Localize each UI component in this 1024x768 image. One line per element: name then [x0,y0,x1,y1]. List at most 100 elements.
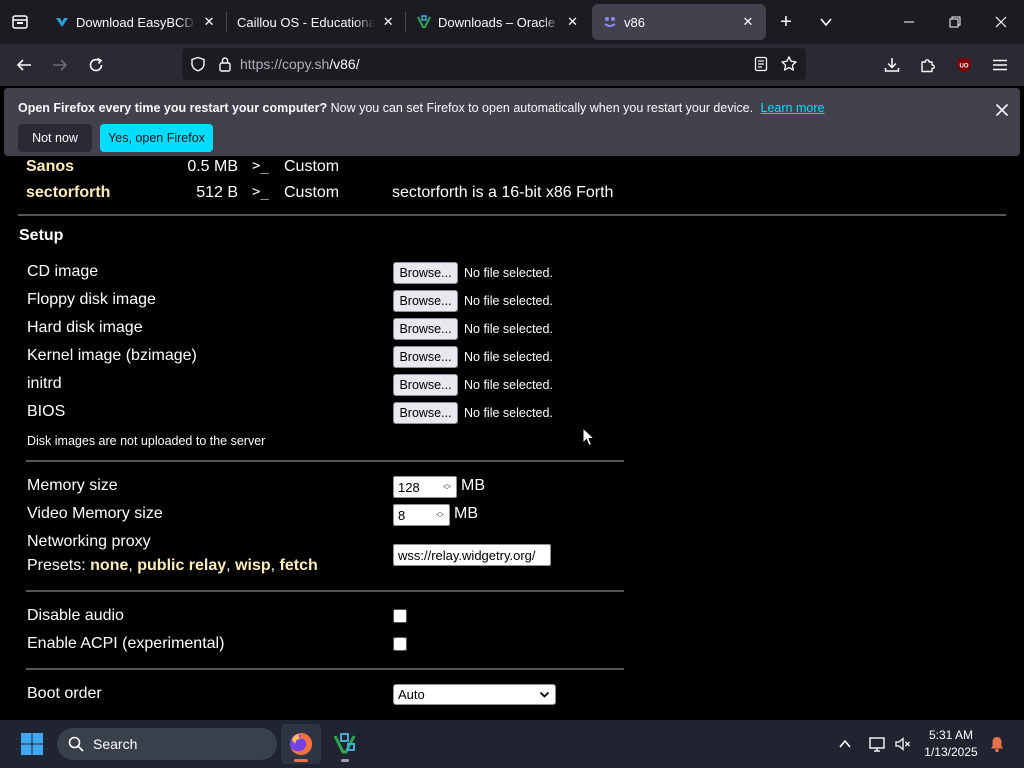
hard-disk-image-file-input[interactable]: Browse... No file selected. [393,318,553,340]
disk-images-note: Disk images are not uploaded to the serv… [27,434,266,448]
spinner-arrows-icon[interactable]: ︿ ﹀ [433,507,447,523]
volume-muted-icon [895,737,910,751]
default-browser-notification: Open Firefox every time you restart your… [4,88,1020,156]
preset-none-link[interactable]: none [90,557,128,574]
floppy-image-file-input[interactable]: Browse... No file selected. [393,290,553,312]
divider [26,460,624,462]
bookmark-star-icon[interactable] [780,55,798,73]
firefox-view-button[interactable] [0,0,40,44]
close-window-button[interactable] [978,0,1024,44]
navigation-toolbar: https://copy.sh/v86/ UO [0,44,1024,86]
tab-title: Download EasyBCD 2.4 [76,14,196,30]
browse-button[interactable]: Browse... [393,346,458,368]
tab-close-icon[interactable]: ✕ [567,14,578,30]
forward-button[interactable] [42,49,78,81]
initrd-label: initrd [27,375,62,392]
restore-button[interactable] [932,0,978,44]
kernel-image-label: Kernel image (bzimage) [27,347,197,364]
cd-image-file-input[interactable]: Browse... No file selected. [393,262,553,284]
notifications-button[interactable] [986,728,1008,760]
url-text[interactable]: https://copy.sh/v86/ [240,56,360,72]
arrow-left-icon [16,59,31,71]
boot-order-select[interactable]: Auto [393,684,556,705]
tab-virtualbox[interactable]: Downloads – Oracle VirtualBox ✕ [406,4,588,40]
system-clock[interactable]: 5:31 AM 1/13/2025 [920,727,982,761]
preset-public-relay-link[interactable]: public relay [137,557,226,574]
show-hidden-icons-button[interactable] [832,728,858,760]
close-icon [995,103,1009,117]
reload-icon [89,57,103,72]
initrd-file-input[interactable]: Browse... No file selected. [393,374,553,396]
tab-close-icon[interactable]: ✕ [381,14,395,30]
network-tray-button[interactable] [864,728,890,760]
yes-open-firefox-button[interactable]: Yes, open Firefox [100,124,213,152]
browse-button[interactable]: Browse... [393,374,458,396]
ublock-origin-button[interactable]: UO [946,49,982,81]
tab-caillou-os[interactable]: Caillou OS - Educational Co ✕ [227,4,405,40]
address-bar[interactable]: https://copy.sh/v86/ [182,48,806,80]
svg-text:UO: UO [960,63,969,69]
floppy-image-label: Floppy disk image [27,291,156,308]
not-now-button[interactable]: Not now [18,124,92,152]
minimize-icon [904,21,914,23]
browse-button[interactable]: Browse... [393,402,458,424]
tab-close-icon[interactable]: ✕ [202,14,216,30]
start-button[interactable] [12,724,52,764]
kernel-image-file-input[interactable]: Browse... No file selected. [393,346,553,368]
enable-acpi-checkbox[interactable] [393,637,407,651]
memory-size-input[interactable]: 128 ︿ ﹀ [393,476,457,498]
setup-heading: Setup [19,227,64,244]
browse-button[interactable]: Browse... [393,290,458,312]
video-memory-unit: MB [454,505,478,522]
volume-tray-button[interactable] [890,728,916,760]
preset-fetch-link[interactable]: fetch [280,557,318,574]
list-all-tabs-button[interactable] [806,4,846,40]
firefox-view-icon [12,15,28,29]
browse-button[interactable]: Browse... [393,262,458,284]
shield-icon[interactable] [190,56,206,72]
divider [26,668,624,670]
os-name[interactable]: Sanos [26,158,74,176]
reload-button[interactable] [78,49,114,81]
minimize-button[interactable] [886,0,932,44]
lock-icon[interactable] [218,56,232,72]
network-icon [869,737,885,752]
proxy-value: wss://relay.widgetry.org/ [398,547,536,563]
tab-strip: Download EasyBCD 2.4 ✕ Caillou OS - Educ… [0,0,1024,44]
tab-easybcd[interactable]: Download EasyBCD 2.4 ✕ [44,4,226,40]
video-memory-input[interactable]: 8 ︿ ﹀ [393,504,450,526]
spinner-arrows-icon[interactable]: ︿ ﹀ [440,479,454,495]
os-kind: Custom [284,184,340,201]
divider [18,214,1006,216]
close-notification-button[interactable] [990,98,1014,122]
virtualbox-taskbar-button[interactable] [325,724,365,764]
os-list-row[interactable]: sectorforth 512 B >_ Custom sectorforth … [0,184,1024,208]
chevron-up-icon [839,739,851,748]
tab-v86[interactable]: v86 ✕ [592,4,766,40]
new-tab-button[interactable]: + [766,4,806,40]
hamburger-menu-icon [993,59,1007,71]
boot-order-label: Boot order [27,685,102,702]
learn-more-link[interactable]: Learn more [761,101,825,115]
downloads-button[interactable] [874,49,910,81]
browse-button[interactable]: Browse... [393,318,458,340]
bell-icon [991,737,1003,753]
bios-file-input[interactable]: Browse... No file selected. [393,402,553,424]
preset-wisp-link[interactable]: wisp [235,557,271,574]
disable-audio-checkbox[interactable] [393,609,407,623]
notification-message: Open Firefox every time you restart your… [18,101,824,115]
plus-icon: + [780,10,792,33]
back-button[interactable] [6,49,42,81]
firefox-taskbar-button[interactable] [281,724,321,764]
extensions-button[interactable] [910,49,946,81]
taskbar-search[interactable]: Search [57,728,277,760]
networking-proxy-input[interactable]: wss://relay.widgetry.org/ [393,544,551,566]
reader-view-icon[interactable] [754,56,768,72]
app-menu-button[interactable] [982,49,1018,81]
os-list-row[interactable]: Sanos 0.5 MB >_ Custom [0,158,1024,182]
disable-audio-label: Disable audio [27,607,124,624]
os-name[interactable]: sectorforth [26,184,110,202]
tab-close-icon[interactable]: ✕ [740,14,756,30]
chevron-down-icon [820,18,832,27]
tab-title: Caillou OS - Educational Co [237,14,376,30]
